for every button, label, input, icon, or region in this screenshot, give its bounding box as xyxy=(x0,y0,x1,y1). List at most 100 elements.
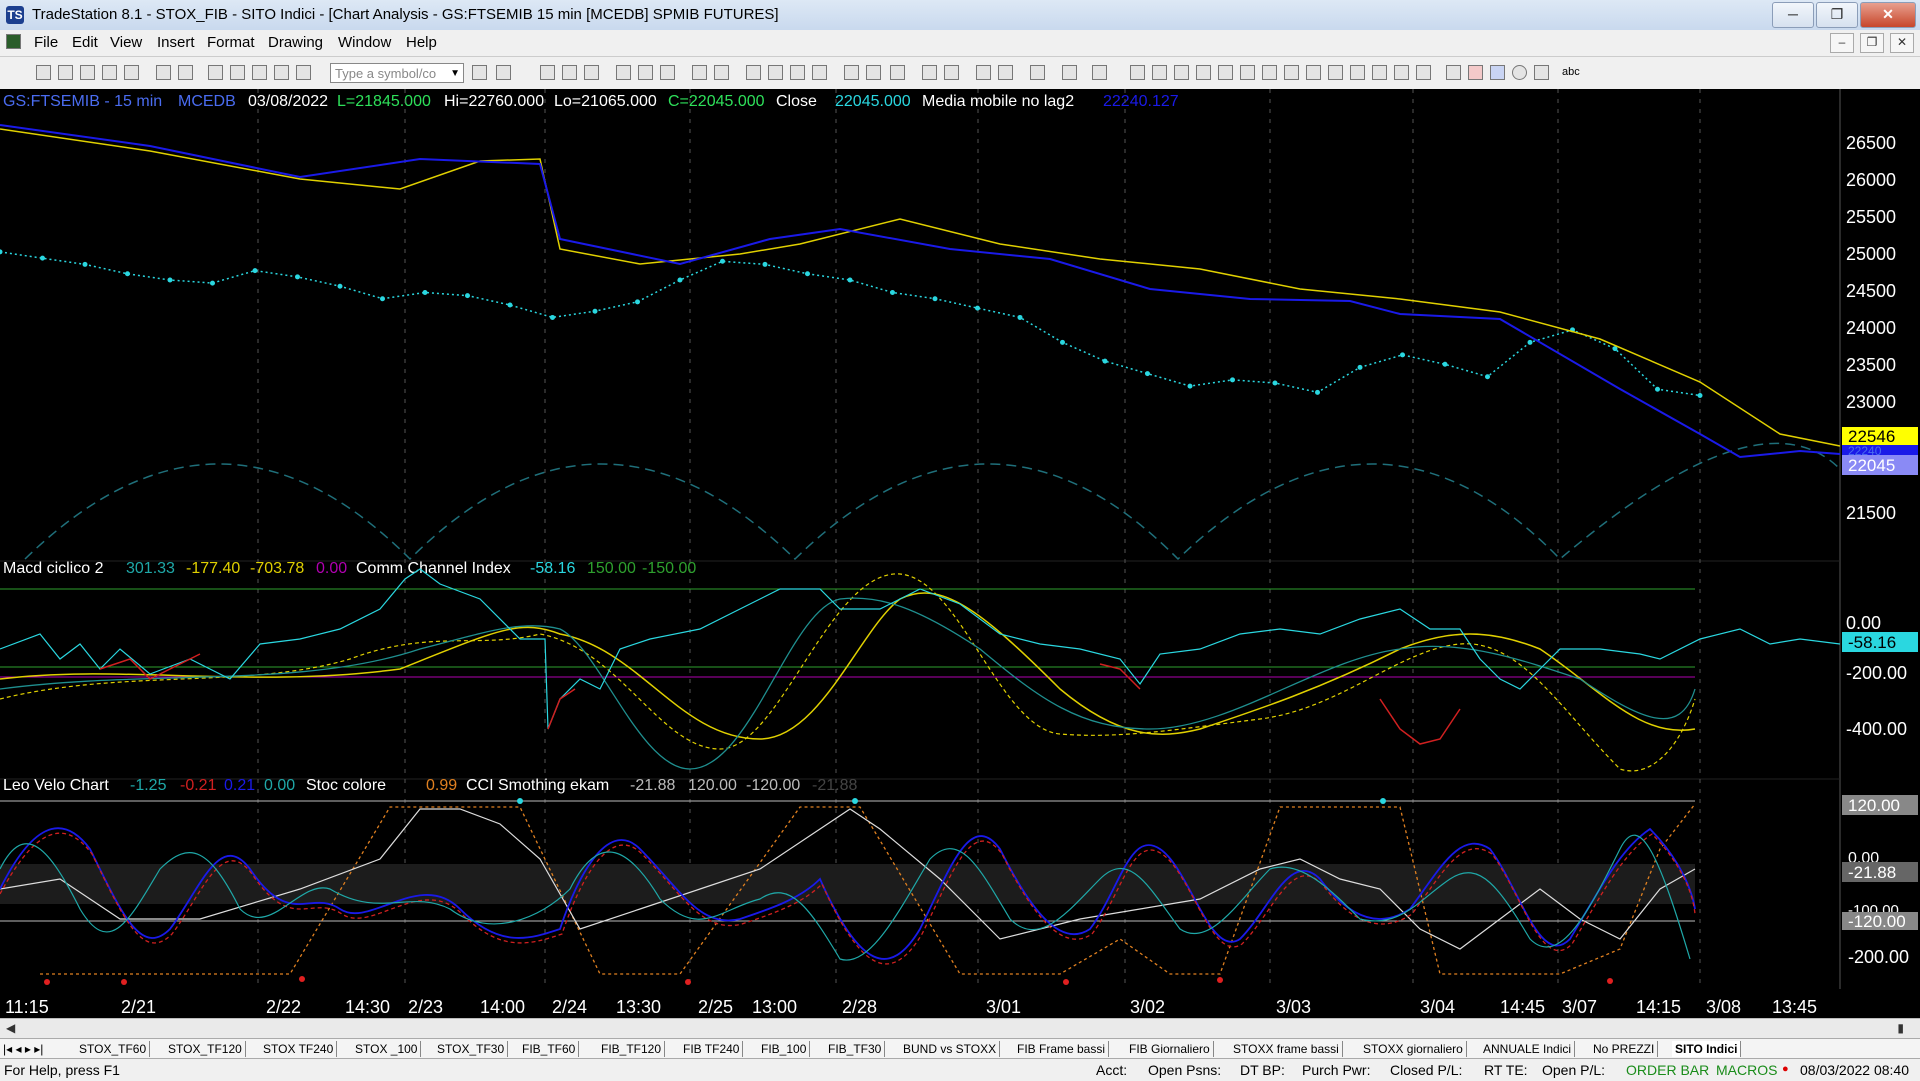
tab-stox-tf30[interactable]: STOX_TF30 xyxy=(434,1041,509,1057)
macros-label[interactable]: MACROS xyxy=(1716,1062,1777,1078)
new-icon[interactable] xyxy=(36,65,51,80)
vertical-lines-icon[interactable] xyxy=(1152,65,1167,80)
menu-insert[interactable]: Insert xyxy=(157,34,195,51)
maximize-button[interactable]: ❐ xyxy=(1816,2,1858,28)
scale-icon[interactable] xyxy=(562,65,577,80)
menu-drawing[interactable]: Drawing xyxy=(268,34,323,51)
fib-icon[interactable] xyxy=(1196,65,1211,80)
tab-stox-100[interactable]: STOX _100 xyxy=(352,1041,422,1057)
close-button[interactable]: ✕ xyxy=(1860,2,1916,28)
open-icon[interactable] xyxy=(58,65,73,80)
lock-icon[interactable] xyxy=(252,65,267,80)
expand-icon[interactable] xyxy=(890,65,905,80)
move-left-icon[interactable] xyxy=(844,65,859,80)
tab-no-prezzi[interactable]: No PREZZI xyxy=(1590,1041,1659,1057)
tab-stox-tf60[interactable]: STOX_TF60 xyxy=(76,1041,151,1057)
curve-icon[interactable] xyxy=(1446,65,1461,80)
ellipse-icon[interactable] xyxy=(1512,65,1527,80)
tab-stoxx-giornaliero[interactable]: STOXX giornaliero xyxy=(1360,1041,1467,1057)
arrow-up-icon[interactable] xyxy=(1490,65,1505,80)
order-bar-label[interactable]: ORDER BAR xyxy=(1626,1062,1709,1078)
horizontal-scrollbar[interactable]: ◀ ▮ xyxy=(0,1018,1920,1039)
trendline-icon[interactable] xyxy=(1240,65,1255,80)
alert-icon[interactable] xyxy=(1092,65,1107,80)
insert-icon[interactable] xyxy=(230,65,245,80)
gann-icon[interactable] xyxy=(1218,65,1233,80)
x-tick: 13:30 xyxy=(616,997,661,1017)
zoom-out-icon[interactable] xyxy=(944,65,959,80)
vertical-line-icon[interactable] xyxy=(1306,65,1321,80)
pencil-icon[interactable] xyxy=(1130,65,1145,80)
freehand-icon[interactable] xyxy=(1394,65,1409,80)
zoom-in-icon[interactable] xyxy=(922,65,937,80)
save-all-icon[interactable] xyxy=(124,65,139,80)
chart-bars-icon[interactable] xyxy=(790,65,805,80)
tab-stox-tf240[interactable]: STOX TF240 xyxy=(260,1041,338,1057)
text-tool[interactable]: abc xyxy=(1562,66,1580,78)
mdi-restore-button[interactable]: ❐ xyxy=(1860,33,1884,53)
horizontal-line-icon[interactable] xyxy=(1284,65,1299,80)
price-point xyxy=(507,302,513,308)
matrix-icon[interactable] xyxy=(768,65,783,80)
format-icon[interactable] xyxy=(208,65,223,80)
chart-canvas[interactable]: GS:FTSEMIB - 15 min MCEDB 03/08/2022 L=2… xyxy=(0,89,1920,1018)
bar-interval-icon[interactable] xyxy=(540,65,555,80)
strategy-icon[interactable] xyxy=(638,65,653,80)
refresh-icon[interactable] xyxy=(660,65,675,80)
menu-help[interactable]: Help xyxy=(406,34,437,51)
cursor-icon[interactable] xyxy=(976,65,991,80)
arrow-down-icon[interactable] xyxy=(1468,65,1483,80)
mdi-close-button[interactable]: ✕ xyxy=(1890,33,1914,53)
move-right-icon[interactable] xyxy=(866,65,881,80)
go-arrow-icon[interactable] xyxy=(472,65,487,80)
save-icon[interactable] xyxy=(102,65,117,80)
menu-format[interactable]: Format xyxy=(207,34,255,51)
tab-annuale-indici[interactable]: ANNUALE Indici xyxy=(1480,1041,1576,1057)
channel-icon[interactable] xyxy=(1262,65,1277,80)
search-icon[interactable] xyxy=(496,65,511,80)
tab-fib-tf240[interactable]: FIB TF240 xyxy=(680,1041,744,1057)
indicator-icon[interactable] xyxy=(616,65,631,80)
tab-fib-100[interactable]: FIB_100 xyxy=(758,1041,811,1057)
tab-nav-arrows[interactable]: |◂ ◂ ▸ ▸| xyxy=(0,1041,46,1057)
minimize-button[interactable]: ─ xyxy=(1772,2,1814,28)
palette-icon[interactable] xyxy=(296,65,311,80)
mdi-minimize-button[interactable]: – xyxy=(1830,33,1854,53)
status-datetime: 08/03/2022 08:40 xyxy=(1800,1062,1909,1078)
print-icon[interactable] xyxy=(156,65,171,80)
chevron-down-icon[interactable]: ▼ xyxy=(450,64,460,84)
drag-icon[interactable] xyxy=(998,65,1013,80)
tools-icon[interactable] xyxy=(1030,65,1045,80)
tab-bund-vs-stoxx[interactable]: BUND vs STOXX xyxy=(900,1041,1001,1057)
menu-window[interactable]: Window xyxy=(338,34,391,51)
chart-type-icon[interactable] xyxy=(274,65,289,80)
print-preview-icon[interactable] xyxy=(178,65,193,80)
arc-icon[interactable] xyxy=(1372,65,1387,80)
data-window-icon[interactable] xyxy=(584,65,599,80)
tab-fib-tf120[interactable]: FIB_TF120 xyxy=(598,1041,666,1057)
tab-stox-tf120[interactable]: STOX_TF120 xyxy=(165,1041,246,1057)
tab-fib-tf60[interactable]: FIB_TF60 xyxy=(519,1041,580,1057)
parallel-icon[interactable] xyxy=(1350,65,1365,80)
menu-file[interactable]: File xyxy=(34,34,58,51)
tab-fib-frame-bassi[interactable]: FIB Frame bassi xyxy=(1014,1041,1110,1057)
open-workspace-icon[interactable] xyxy=(80,65,95,80)
menu-edit[interactable]: Edit xyxy=(72,34,98,51)
order-icon[interactable] xyxy=(1062,65,1077,80)
symbol-input[interactable]: Type a symbol/co ▼ xyxy=(330,63,464,83)
chart-candles-icon[interactable] xyxy=(812,65,827,80)
tab-fib-giornaliero[interactable]: FIB Giornaliero xyxy=(1126,1041,1214,1057)
tab-stoxx-frame-bassi[interactable]: STOXX frame bassi xyxy=(1230,1041,1343,1057)
radar-icon[interactable] xyxy=(746,65,761,80)
scroll-left-icon[interactable]: ◀ xyxy=(6,1021,15,1035)
window-tile-icon[interactable] xyxy=(692,65,707,80)
angle-icon[interactable] xyxy=(1328,65,1343,80)
rectangle-icon[interactable] xyxy=(1534,65,1549,80)
speed-line-icon[interactable] xyxy=(1416,65,1431,80)
tab-fib-tf30[interactable]: FIB_TF30 xyxy=(825,1041,886,1057)
window-cascade-icon[interactable] xyxy=(714,65,729,80)
tab-sito-indici[interactable]: SITO Indici xyxy=(1672,1041,1742,1057)
scroll-thumb-icon[interactable]: ▮ xyxy=(1897,1021,1904,1035)
horizontal-lines-icon[interactable] xyxy=(1174,65,1189,80)
menu-view[interactable]: View xyxy=(110,34,142,51)
